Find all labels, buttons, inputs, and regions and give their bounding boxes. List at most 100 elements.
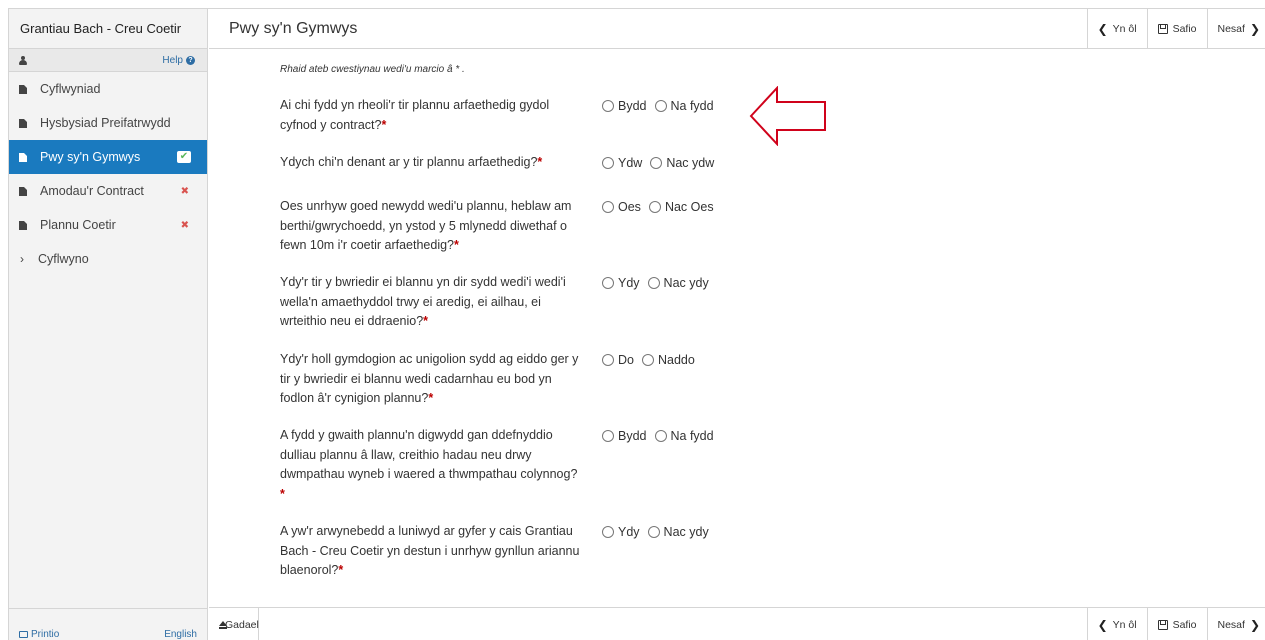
leave-label: Gadael	[225, 618, 259, 631]
radio-option[interactable]: Oes	[602, 200, 641, 214]
document-icon	[19, 152, 27, 162]
help-link[interactable]: Help ?	[162, 55, 195, 66]
radio-option[interactable]: Nac ydw	[650, 156, 714, 170]
question-1: Ai chi fydd yn rheoli'r tir plannu arfae…	[280, 96, 580, 135]
back-label: Yn ôl	[1112, 618, 1137, 631]
question-4-options: Ydy Nac ydy	[602, 276, 717, 290]
sidebar-item-label: Plannu Coetir	[40, 218, 116, 232]
radio-button[interactable]	[641, 354, 654, 366]
document-icon	[19, 84, 27, 94]
language-toggle-link[interactable]: English	[164, 629, 197, 640]
printer-icon	[19, 631, 28, 638]
question-5-options: Do Naddo	[602, 353, 703, 367]
user-bar: Help ?	[9, 49, 207, 72]
radio-label: Bydd	[618, 99, 647, 113]
document-icon	[19, 186, 27, 196]
radio-button[interactable]	[654, 100, 667, 112]
back-button[interactable]: ❮ Yn ôl	[1086, 608, 1147, 640]
radio-button[interactable]	[602, 354, 614, 366]
sidebar: Grantiau Bach - Creu Coetir Help ? Cyflw…	[9, 9, 208, 640]
radio-button[interactable]	[647, 526, 660, 538]
radio-option[interactable]: Do	[602, 353, 634, 367]
radio-option[interactable]: Ydy	[602, 276, 640, 290]
next-button[interactable]: Nesaf ❯	[1206, 608, 1265, 640]
sidebar-item-plannu-coetir[interactable]: Plannu Coetir ✖	[9, 208, 207, 242]
radio-button[interactable]	[602, 100, 614, 112]
check-icon: ✔	[177, 151, 191, 163]
question-2-options: Ydw Nac ydw	[602, 156, 722, 170]
question-6-options: Bydd Na fydd	[602, 429, 722, 443]
footer-actions: ❮ Yn ôl Safio Nesaf ❯	[1086, 608, 1265, 640]
radio-button[interactable]	[602, 277, 614, 289]
help-label: Help	[162, 54, 183, 66]
radio-button[interactable]	[654, 430, 667, 442]
required-star: *	[280, 486, 285, 501]
save-button[interactable]: Safio	[1146, 9, 1207, 48]
save-button[interactable]: Safio	[1146, 608, 1207, 640]
radio-label: Nac ydw	[666, 156, 715, 170]
radio-option[interactable]: Nac Oes	[648, 200, 714, 214]
sidebar-item-cyflwyniad[interactable]: Cyflwyniad	[9, 72, 207, 106]
error-x-icon: ✖	[180, 185, 189, 197]
app-title: Grantiau Bach - Creu Coetir	[9, 9, 207, 49]
radio-label: Bydd	[618, 429, 647, 443]
radio-button[interactable]	[602, 201, 614, 213]
required-star: *	[454, 238, 459, 252]
required-star: *	[338, 563, 344, 577]
radio-label: Do	[618, 353, 634, 367]
sidebar-item-amodau-r-contract[interactable]: Amodau'r Contract ✖	[9, 174, 207, 208]
required-star: *	[537, 155, 543, 169]
document-icon	[19, 118, 27, 128]
radio-button[interactable]	[602, 157, 614, 169]
chevron-left-icon: ❮	[1097, 617, 1108, 632]
question-3-options: Oes Nac Oes	[602, 200, 722, 214]
back-button[interactable]: ❮ Yn ôl	[1086, 9, 1147, 48]
question-text: A fydd y gwaith plannu'n digwydd gan dde…	[280, 428, 578, 481]
chevron-right-icon: ›	[20, 252, 24, 266]
chevron-right-icon: ❯	[1249, 21, 1260, 36]
question-4: Ydy'r tir y bwriedir ei blannu yn dir sy…	[280, 273, 580, 332]
sidebar-item-pwy-sy-n-gymwys[interactable]: Pwy sy'n Gymwys ✔	[9, 140, 207, 174]
radio-option[interactable]: Ydy	[602, 525, 640, 539]
radio-button[interactable]	[648, 201, 661, 213]
sidebar-item-label: Hysbysiad Preifatrwydd	[40, 116, 171, 130]
radio-button[interactable]	[650, 157, 663, 169]
print-link[interactable]: Printio	[19, 629, 59, 640]
radio-label: Na fydd	[670, 99, 714, 113]
next-button[interactable]: Nesaf ❯	[1206, 9, 1265, 48]
print-label: Printio	[31, 629, 60, 640]
sidebar-item-hysbysiad-preifatrwydd[interactable]: Hysbysiad Preifatrwydd	[9, 106, 207, 140]
save-label: Safio	[1172, 22, 1197, 35]
radio-option[interactable]: Na fydd	[654, 99, 714, 113]
page-footer: Gadael ❮ Yn ôl Safio Nesaf ❯	[209, 607, 1265, 640]
radio-button[interactable]	[647, 277, 660, 289]
required-star: *	[423, 314, 429, 328]
question-7-options: Ydy Nac ydy	[602, 525, 717, 539]
question-2: Ydych chi'n denant ar y tir plannu arfae…	[280, 153, 580, 173]
radio-option[interactable]: Naddo	[641, 353, 695, 367]
question-text: Oes unrhyw goed newydd wedi'u plannu, he…	[280, 199, 572, 252]
radio-button[interactable]	[602, 526, 614, 538]
save-label: Safio	[1172, 618, 1197, 631]
radio-option[interactable]: Bydd	[602, 429, 647, 443]
radio-label: Ydy	[618, 276, 640, 290]
radio-button[interactable]	[602, 430, 614, 442]
question-text: Ai chi fydd yn rheoli'r tir plannu arfae…	[280, 98, 550, 132]
radio-option[interactable]: Ydw	[602, 156, 642, 170]
radio-label: Na fydd	[670, 429, 714, 443]
sidebar-item-cyflwyno[interactable]: › Cyflwyno	[9, 242, 207, 276]
leave-button[interactable]: Gadael	[209, 608, 259, 640]
user-icon[interactable]	[19, 55, 27, 65]
error-x-icon: ✖	[180, 219, 189, 231]
radio-option[interactable]: Na fydd	[654, 429, 714, 443]
radio-option[interactable]: Nac ydy	[647, 525, 709, 539]
document-icon	[19, 220, 27, 230]
sidebar-item-label: Pwy sy'n Gymwys	[40, 150, 141, 164]
chevron-left-icon: ❮	[1097, 21, 1108, 36]
radio-option[interactable]: Bydd	[602, 99, 647, 113]
chevron-right-icon: ❯	[1249, 617, 1260, 632]
question-7: A yw'r arwynebedd a luniwyd ar gyfer y c…	[280, 522, 580, 581]
radio-option[interactable]: Nac ydy	[647, 276, 709, 290]
radio-label: Ydy	[618, 525, 640, 539]
sidebar-item-label: Cyflwyno	[38, 252, 89, 266]
